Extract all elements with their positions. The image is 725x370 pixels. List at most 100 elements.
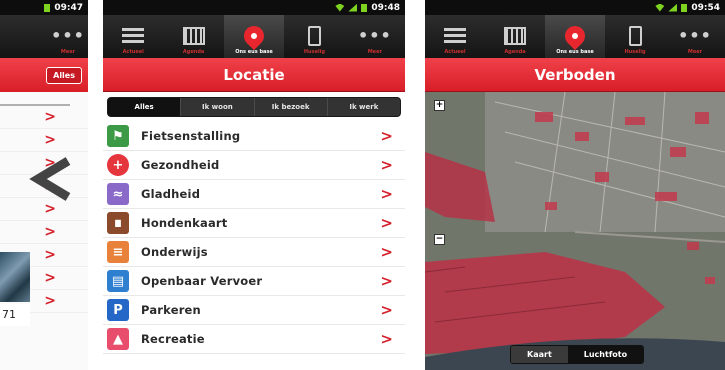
filter-ik-werk[interactable]: Ik werk <box>326 98 400 116</box>
tab-huselig[interactable]: Huselig <box>605 15 665 58</box>
list-item-onderwijs[interactable]: ≡ Onderwijs > <box>103 238 405 267</box>
chevron-right-icon: > <box>380 330 393 348</box>
zoom-out-button[interactable]: − <box>434 234 445 245</box>
tab-agenda[interactable]: Agenda <box>163 15 223 58</box>
parking-icon: P <box>107 299 129 321</box>
chevron-right-icon: > <box>44 270 56 286</box>
back-arrow-icon[interactable] <box>28 155 76 203</box>
chevron-right-icon: > <box>44 224 56 240</box>
left-title-bar: Alles <box>0 58 88 92</box>
right-status-time: 09:54 <box>691 2 720 13</box>
middle-status-time: 09:48 <box>371 2 400 13</box>
tab-agenda[interactable]: Agenda <box>485 15 545 58</box>
tab-label: Actueel <box>444 49 466 55</box>
health-cross-icon: + <box>107 154 129 176</box>
map-type-kaart[interactable]: Kaart <box>511 346 568 363</box>
tab-actueel[interactable]: Actueel <box>425 15 485 58</box>
battery-icon <box>681 3 688 12</box>
middle-tab-bar: Actueel Agenda Ons eus base Huselig ••• … <box>103 15 405 58</box>
left-status-bar: 09:47 <box>0 0 88 15</box>
thumbnail-photo <box>0 252 30 302</box>
tab-label: Huselig <box>624 49 646 55</box>
list-item-hondenkaart[interactable]: ∎ Hondenkaart > <box>103 209 405 238</box>
list-item-fietsenstalling[interactable]: ⚑ Fietsenstalling > <box>103 122 405 151</box>
tree-icon: ▲ <box>107 328 129 350</box>
location-pin-icon <box>560 21 590 51</box>
filter-alles[interactable]: Alles <box>108 98 181 116</box>
middle-screen: 09:48 Actueel Agenda Ons eus base Huseli… <box>103 0 405 370</box>
calendar-icon <box>504 27 526 45</box>
left-tab-meer[interactable]: ••• Meer <box>48 15 88 58</box>
battery-icon <box>44 3 51 12</box>
left-tab-bar: ••• Meer <box>0 15 88 58</box>
chevron-right-icon: > <box>380 185 393 203</box>
filter-ik-woon[interactable]: Ik woon <box>180 98 253 116</box>
tab-huselig[interactable]: Huselig <box>284 15 344 58</box>
list-item-label: Parkeren <box>141 303 201 317</box>
zoom-in-button[interactable]: + <box>434 100 445 111</box>
tab-label: Meer <box>687 49 703 55</box>
list-item-label: Onderwijs <box>141 245 208 259</box>
filter-ik-bezoek[interactable]: Ik bezoek <box>253 98 327 116</box>
list-item-label: Fietsenstalling <box>141 129 241 143</box>
left-list-item[interactable]: > <box>0 221 88 244</box>
location-pin-icon <box>239 21 269 51</box>
list-item-label: Hondenkaart <box>141 216 228 230</box>
list-item-recreatie[interactable]: ▲ Recreatie > <box>103 325 405 354</box>
tab-label: Meer <box>367 49 382 55</box>
location-list: ⚑ Fietsenstalling > + Gezondheid > ≈ Gla… <box>103 122 405 354</box>
list-item-openbaar-vervoer[interactable]: ▤ Openbaar Vervoer > <box>103 267 405 296</box>
list-item-gezondheid[interactable]: + Gezondheid > <box>103 151 405 180</box>
chevron-right-icon: > <box>380 214 393 232</box>
right-tab-bar: Actueel Agenda Ons eus base Huselig ••• … <box>425 15 725 58</box>
chevron-right-icon: > <box>44 109 56 125</box>
left-alles-button[interactable]: Alles <box>46 66 82 84</box>
tab-meer[interactable]: ••• Meer <box>665 15 725 58</box>
dog-icon: ∎ <box>107 212 129 234</box>
tab-actueel[interactable]: Actueel <box>103 15 163 58</box>
left-list-item[interactable]: > <box>0 106 88 129</box>
chevron-right-icon: > <box>44 293 56 309</box>
list-item-gladheid[interactable]: ≈ Gladheid > <box>103 180 405 209</box>
tab-label: Agenda <box>182 49 205 55</box>
calendar-icon <box>182 27 205 45</box>
left-status-time: 09:47 <box>54 2 83 13</box>
list-item-label: Openbaar Vervoer <box>141 274 263 288</box>
tab-ons-eus-base[interactable]: Ons eus base <box>223 15 285 58</box>
tab-label: Huselig <box>303 49 325 55</box>
map-type-luchtfoto[interactable]: Luchtfoto <box>567 346 644 363</box>
list-item-label: Gezondheid <box>141 158 220 172</box>
wifi-icon <box>335 3 345 12</box>
page-title: Verboden <box>425 58 725 92</box>
list-item-label: Recreatie <box>141 332 205 346</box>
chevron-right-icon: > <box>44 247 56 263</box>
more-dots-icon: ••• <box>678 26 712 45</box>
list-icon <box>122 28 145 44</box>
signal-icon <box>668 3 678 12</box>
chevron-right-icon: > <box>380 243 393 261</box>
list-item-parkeren[interactable]: P Parkeren > <box>103 296 405 325</box>
bike-parking-icon: ⚑ <box>107 125 129 147</box>
chevron-right-icon: > <box>44 132 56 148</box>
phone-icon <box>628 26 642 46</box>
filter-segmented-control: Alles Ik woon Ik bezoek Ik werk <box>107 97 401 117</box>
middle-status-bar: 09:48 <box>103 0 405 15</box>
aerial-map-image <box>425 92 725 370</box>
chevron-right-icon: > <box>380 156 393 174</box>
list-item-label: Gladheid <box>141 187 201 201</box>
school-icon: ≡ <box>107 241 129 263</box>
chevron-right-icon: > <box>380 127 393 145</box>
photo-caption: 71 <box>0 304 30 326</box>
left-divider <box>0 92 70 106</box>
battery-icon <box>361 3 368 12</box>
tab-meer[interactable]: ••• Meer <box>345 15 405 58</box>
wifi-icon <box>655 3 665 12</box>
chevron-right-icon: > <box>380 301 393 319</box>
more-dots-icon: ••• <box>51 26 85 45</box>
more-dots-icon: ••• <box>357 26 392 45</box>
left-list-item[interactable]: > <box>0 129 88 152</box>
page-title: Locatie <box>103 58 405 92</box>
tab-ons-eus-base[interactable]: Ons eus base <box>545 15 605 58</box>
map-view[interactable]: + − Kaart Luchtfoto <box>425 92 725 370</box>
tab-label: Actueel <box>122 49 144 55</box>
